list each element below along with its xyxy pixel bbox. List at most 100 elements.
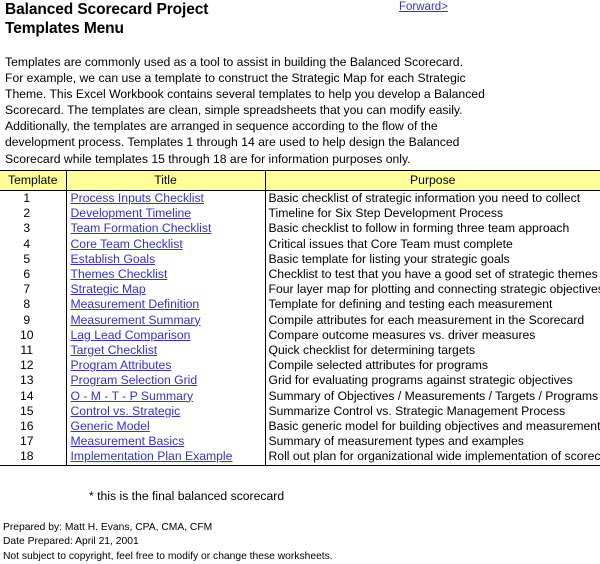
template-title-cell: Target Checklist xyxy=(66,343,266,359)
template-purpose-cell: Basic template for listing your strategi… xyxy=(268,251,510,266)
template-title-link[interactable]: Development Timeline xyxy=(71,206,192,220)
template-title-link[interactable]: Lag Lead Comparison xyxy=(71,328,191,342)
table-row: 2 Development Timeline Timeline for Six St… xyxy=(0,206,600,222)
table-row: 6 Themes Checklist Checklist to test that … xyxy=(0,267,600,283)
template-title-link[interactable]: Strategic Map xyxy=(71,282,146,296)
template-title-cell: Control vs. Strategic xyxy=(66,403,266,420)
template-title-cell: Establish Goals xyxy=(66,251,266,268)
template-number-cell: 7 xyxy=(0,282,67,298)
copyright-line: Not subject to copyright, feel free to m… xyxy=(3,550,333,562)
template-title-link[interactable]: Measurement Summary xyxy=(71,313,201,327)
template-purpose-cell: Checklist to test that you have a good s… xyxy=(268,267,598,282)
template-title-cell: Implementation Plan Example xyxy=(66,449,266,466)
template-title-cell: Core Team Checklist xyxy=(66,236,266,252)
template-purpose-cell: Grid for evaluating programs against str… xyxy=(268,373,573,388)
template-title-link[interactable]: O - M - T - P Summary xyxy=(71,389,194,403)
table-header: Template Title Purpose xyxy=(0,170,600,191)
template-purpose-cell: Template for defining and testing each m… xyxy=(268,297,553,312)
table-body: 1 Process Inputs Checklist Basic checklist… xyxy=(0,190,600,466)
template-title-cell: Development Timeline xyxy=(66,206,266,222)
table-row: 1 Process Inputs Checklist Basic checklist… xyxy=(0,190,600,207)
template-title-link[interactable]: Generic Model xyxy=(71,419,150,433)
table-row: 12 Program Attributes Compile selected att… xyxy=(0,358,600,374)
template-number-cell: 16 xyxy=(0,419,67,435)
template-title-cell: Team Formation Checklist xyxy=(66,221,266,237)
template-title-link[interactable]: Measurement Basics xyxy=(71,434,185,448)
table-header-row: Template Title Purpose xyxy=(0,170,600,191)
template-title-cell: Measurement Summary xyxy=(66,312,266,328)
template-title-cell: Measurement Basics xyxy=(66,434,266,450)
table-row: 8 Measurement Definition Template for defi… xyxy=(0,297,600,313)
table-row: 3 Team Formation Checklist Basic checklist… xyxy=(0,221,600,237)
table-row: 10 Lag Lead Comparison Compare outcome mea… xyxy=(0,327,600,344)
template-title-cell: Themes Checklist xyxy=(66,267,266,283)
template-title-cell: Program Selection Grid xyxy=(66,373,266,389)
template-number-cell: 2 xyxy=(0,206,67,222)
template-number-cell: 10 xyxy=(0,327,67,344)
table-row: 17 Measurement Basics Summary of measureme… xyxy=(0,434,600,450)
template-title-cell: Program Attributes xyxy=(66,358,266,374)
template-title-link[interactable]: Program Selection Grid xyxy=(71,373,198,387)
table-row: 13 Program Selection Grid Grid for evaluat… xyxy=(0,373,600,389)
table-row: 5 Establish Goals Basic template for listi… xyxy=(0,251,600,268)
table-row: 4 Core Team Checklist Critical issues that… xyxy=(0,236,600,252)
template-number-cell: 6 xyxy=(0,267,67,283)
template-title-link[interactable]: Target Checklist xyxy=(71,343,158,357)
template-purpose-cell: Compile attributes for each measurement … xyxy=(268,312,585,327)
table-row: 14 O - M - T - P Summary Summary of Object… xyxy=(0,388,600,404)
template-purpose-cell: Four layer map for plotting and connecti… xyxy=(268,282,600,297)
template-title-cell: Measurement Definition xyxy=(66,297,266,313)
template-number-cell: 12 xyxy=(0,358,67,374)
template-purpose-cell: Roll out plan for organizational wide im… xyxy=(265,449,600,466)
intro-paragraph: Templates are commonly used as a tool to… xyxy=(5,55,485,166)
template-purpose-cell: Quick checklist for determining targets xyxy=(268,343,476,358)
template-purpose-cell: Basic checklist of strategic information… xyxy=(268,191,581,205)
template-title-link[interactable]: Measurement Definition xyxy=(71,297,200,311)
template-purpose-cell: Critical issues that Core Team must comp… xyxy=(268,236,513,251)
template-title-link[interactable]: Themes Checklist xyxy=(71,267,168,281)
template-number-cell: 17 xyxy=(0,434,67,450)
templates-table: Template Title Purpose 1 Process Inputs C… xyxy=(0,170,600,466)
template-title-link[interactable]: Implementation Plan Example xyxy=(71,449,233,463)
template-purpose-cell: Compare outcome measures vs. driver meas… xyxy=(268,327,536,342)
template-title-cell: Generic Model xyxy=(66,419,266,435)
template-title-cell: Process Inputs Checklist xyxy=(66,190,266,207)
template-number-cell: 4 xyxy=(0,236,67,252)
template-title-cell: Strategic Map xyxy=(66,282,266,298)
template-title-link[interactable]: Core Team Checklist xyxy=(71,237,183,251)
template-purpose-cell: Timeline for Six Step Development Proces… xyxy=(268,206,504,221)
template-number-cell: 18 xyxy=(0,449,67,466)
template-number-cell: 15 xyxy=(0,403,67,420)
template-number-cell: 1 xyxy=(0,190,67,207)
template-number-cell: 3 xyxy=(0,221,67,237)
template-purpose-cell: Summary of measurement types and example… xyxy=(268,434,524,449)
template-title-link[interactable]: Program Attributes xyxy=(71,358,172,372)
template-purpose-cell: Basic checklist to follow in forming thr… xyxy=(268,221,570,236)
table-row: 16 Generic Model Basic generic model for b… xyxy=(0,419,600,435)
footer-block: Prepared by: Matt H. Evans, CPA, CMA, CF… xyxy=(3,521,333,564)
column-header-purpose: Purpose xyxy=(265,170,600,191)
template-title-link[interactable]: Team Formation Checklist xyxy=(71,221,212,235)
template-title-cell: O - M - T - P Summary xyxy=(66,388,266,404)
template-purpose-cell: Basic generic model for building objecti… xyxy=(268,419,600,434)
forward-link[interactable]: Forward> xyxy=(399,1,448,13)
table-row: 9 Measurement Summary Compile attributes f… xyxy=(0,312,600,328)
page-title: Balanced Scorecard Project Templates Men… xyxy=(5,1,209,37)
template-number-cell: 5 xyxy=(0,251,67,268)
final-balanced-scorecard-note: * this is the final balanced scorecard xyxy=(89,489,285,503)
template-title-link[interactable]: Establish Goals xyxy=(71,252,156,266)
template-title-link[interactable]: Process Inputs Checklist xyxy=(71,191,204,205)
template-number-cell: 13 xyxy=(0,373,67,389)
column-header-template: Template xyxy=(0,170,67,191)
template-purpose-cell: Compile selected attributes for programs xyxy=(268,358,488,373)
template-purpose-cell: Summarize Control vs. Strategic Manageme… xyxy=(268,403,566,418)
table-row: 11 Target Checklist Quick checklist for de… xyxy=(0,343,600,359)
table-row: 7 Strategic Map Four layer map for plottin… xyxy=(0,282,600,298)
column-header-title: Title xyxy=(66,170,266,191)
template-title-link[interactable]: Control vs. Strategic xyxy=(71,404,181,418)
template-purpose-cell: Summary of Objectives / Measurements / T… xyxy=(268,388,599,403)
template-number-cell: 8 xyxy=(0,297,67,313)
template-number-cell: 11 xyxy=(0,343,67,359)
template-number-cell: 14 xyxy=(0,388,67,404)
table-row: 18 Implementation Plan Example Roll out pl… xyxy=(0,449,600,466)
